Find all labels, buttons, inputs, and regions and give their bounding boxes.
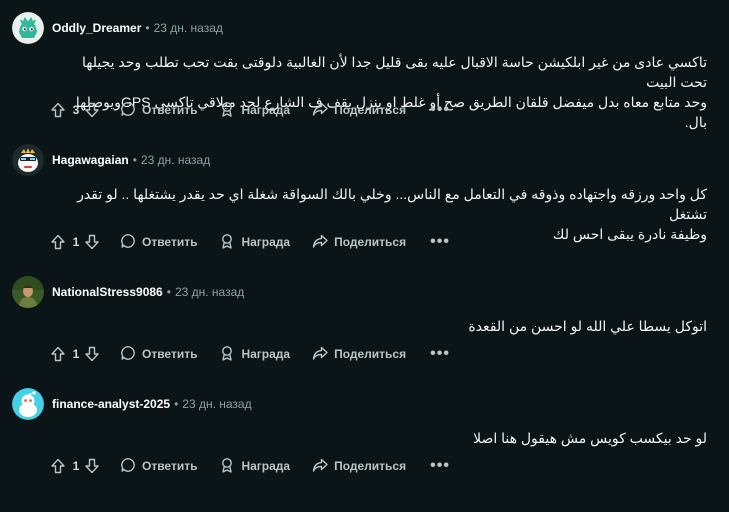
separator-dot: • — [132, 153, 137, 167]
speech-bubble-icon — [120, 345, 142, 364]
author-name[interactable]: NationalStress9086 — [52, 285, 163, 299]
timestamp[interactable]: 23 дн. назад — [182, 397, 251, 411]
share-arrow-icon — [312, 233, 334, 252]
downvote-arrow-icon[interactable] — [84, 102, 100, 118]
vote-count: 1 — [72, 235, 80, 249]
downvote-arrow-icon[interactable] — [84, 346, 100, 362]
upvote-arrow-icon[interactable] — [50, 458, 66, 474]
speech-bubble-icon — [120, 457, 142, 476]
comment-header: finance-analyst-2025 • 23 дн. назад — [12, 384, 252, 424]
timestamp[interactable]: 23 дн. назад — [175, 285, 244, 299]
avatar[interactable] — [12, 144, 44, 176]
award-button[interactable]: Награда — [211, 94, 298, 126]
comment-line: لو حد بيكسب كويس مش هيقول هنا اصلا — [473, 430, 707, 446]
comment-line: كل واحد ورزقه واجتهاده وذوقه في التعامل … — [77, 186, 707, 222]
reply-label: Ответить — [142, 235, 198, 249]
separator-dot: • — [174, 397, 179, 411]
ellipsis-icon[interactable]: ••• — [420, 226, 460, 258]
award-label: Награда — [241, 235, 291, 249]
vote-count: 3 — [72, 103, 80, 117]
share-label: Поделиться — [334, 347, 407, 361]
upvote-arrow-icon[interactable] — [50, 346, 66, 362]
reply-label: Ответить — [142, 347, 198, 361]
author-name[interactable]: Oddly_Dreamer — [52, 21, 141, 35]
separator-dot: • — [145, 21, 150, 35]
share-arrow-icon — [312, 457, 334, 476]
speech-bubble-icon — [120, 101, 142, 120]
comment-actions: 3 Ответить Награда Поделиться ••• — [44, 94, 460, 126]
downvote-arrow-icon[interactable] — [84, 458, 100, 474]
reply-button[interactable]: Ответить — [112, 338, 205, 370]
timestamp[interactable]: 23 дн. назад — [141, 153, 210, 167]
share-arrow-icon — [312, 345, 334, 364]
share-label: Поделиться — [334, 235, 407, 249]
vote-count: 1 — [72, 459, 80, 473]
author-name[interactable]: Hagawagaian — [52, 153, 129, 167]
ellipsis-icon[interactable]: ••• — [420, 94, 460, 126]
award-label: Награда — [241, 459, 291, 473]
ellipsis-icon[interactable]: ••• — [420, 338, 460, 370]
reply-label: Ответить — [142, 103, 198, 117]
comment-body: اتوكل يسطا علي الله لو احسن من القعدة — [52, 316, 707, 336]
reply-button[interactable]: Ответить — [112, 450, 205, 482]
avatar[interactable] — [12, 276, 44, 308]
speech-bubble-icon — [120, 233, 142, 252]
upvote-arrow-icon[interactable] — [50, 102, 66, 118]
vote-group: 1 — [44, 226, 106, 258]
award-label: Награда — [241, 103, 291, 117]
award-button[interactable]: Награда — [211, 338, 298, 370]
vote-group: 3 — [44, 94, 106, 126]
comment-thread: Oddly_Dreamer • 23 дн. назад تاكسي عادى … — [0, 0, 729, 512]
comment-line: تاكسي عادى من غير ابلكيشن حاسة الاقبال ع… — [82, 54, 707, 90]
comment-actions: 1 Ответить Награда Поделиться ••• — [44, 226, 460, 258]
reply-button[interactable]: Ответить — [112, 94, 205, 126]
comment-line: اتوكل يسطا علي الله لو احسن من القعدة — [468, 318, 707, 334]
reply-label: Ответить — [142, 459, 198, 473]
comment-header: Oddly_Dreamer • 23 дн. назад — [12, 8, 223, 48]
share-button[interactable]: Поделиться — [304, 338, 414, 370]
reply-button[interactable]: Ответить — [112, 226, 205, 258]
share-label: Поделиться — [334, 459, 407, 473]
award-button[interactable]: Награда — [211, 226, 298, 258]
ellipsis-icon[interactable]: ••• — [420, 450, 460, 482]
share-arrow-icon — [312, 101, 334, 120]
upvote-arrow-icon[interactable] — [50, 234, 66, 250]
share-button[interactable]: Поделиться — [304, 450, 414, 482]
vote-group: 1 — [44, 338, 106, 370]
comment-actions: 1 Ответить Награда Поделиться ••• — [44, 450, 460, 482]
author-name[interactable]: finance-analyst-2025 — [52, 397, 170, 411]
comment-header: Hagawagaian • 23 дн. назад — [12, 140, 210, 180]
share-label: Поделиться — [334, 103, 407, 117]
award-ribbon-icon — [219, 345, 241, 364]
comment-actions: 1 Ответить Награда Поделиться ••• — [44, 338, 460, 370]
vote-group: 1 — [44, 450, 106, 482]
award-ribbon-icon — [219, 233, 241, 252]
separator-dot: • — [166, 285, 171, 299]
share-button[interactable]: Поделиться — [304, 94, 414, 126]
avatar[interactable] — [12, 388, 44, 420]
award-ribbon-icon — [219, 457, 241, 476]
timestamp[interactable]: 23 дн. назад — [154, 21, 223, 35]
downvote-arrow-icon[interactable] — [84, 234, 100, 250]
award-ribbon-icon — [219, 101, 241, 120]
comment-header: NationalStress9086 • 23 дн. назад — [12, 272, 244, 312]
award-button[interactable]: Награда — [211, 450, 298, 482]
comment-body: لو حد بيكسب كويس مش هيقول هنا اصلا — [52, 428, 707, 448]
vote-count: 1 — [72, 347, 80, 361]
avatar[interactable] — [12, 12, 44, 44]
share-button[interactable]: Поделиться — [304, 226, 414, 258]
award-label: Награда — [241, 347, 291, 361]
